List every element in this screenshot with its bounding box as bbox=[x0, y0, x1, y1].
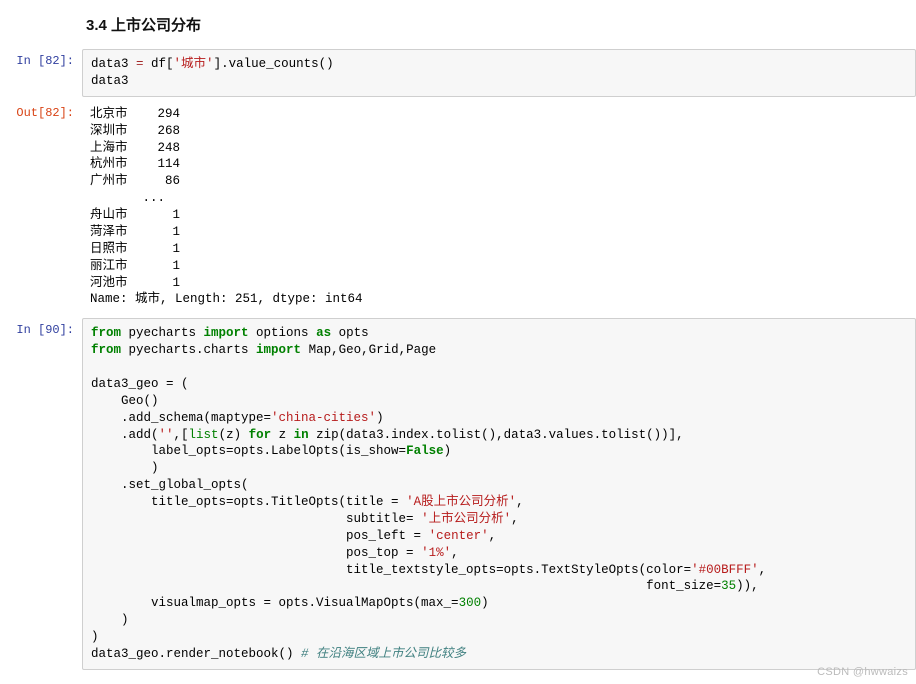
code-input-90[interactable]: from pyecharts import options as opts fr… bbox=[82, 318, 916, 670]
in-prompt-90: In [90]: bbox=[0, 318, 82, 670]
output-row: 菏泽市 1 bbox=[90, 225, 180, 239]
output-row: 舟山市 1 bbox=[90, 208, 180, 222]
output-row: 北京市 294 bbox=[90, 107, 180, 121]
code-cell-90[interactable]: In [90]: from pyecharts import options a… bbox=[0, 318, 916, 670]
output-row: ... bbox=[90, 191, 165, 205]
output-row: 日照市 1 bbox=[90, 242, 180, 256]
output-row: 杭州市 114 bbox=[90, 157, 180, 171]
code-cell-82[interactable]: In [82]: data3 = df['城市'].value_counts()… bbox=[0, 49, 916, 97]
jupyter-notebook: 3.4 上市公司分布 In [82]: data3 = df['城市'].val… bbox=[0, 0, 916, 684]
output-row: 深圳市 268 bbox=[90, 124, 180, 138]
output-row: 丽江市 1 bbox=[90, 259, 180, 273]
section-heading: 3.4 上市公司分布 bbox=[86, 14, 916, 35]
output-row: 河池市 1 bbox=[90, 276, 180, 290]
in-prompt-82: In [82]: bbox=[0, 49, 82, 97]
out-prompt-82: Out[82]: bbox=[0, 101, 82, 315]
output-footer: Name: 城市, Length: 251, dtype: int64 bbox=[90, 292, 363, 306]
value-counts-output: 北京市 294 深圳市 268 上海市 248 杭州市 114 广州市 86 .… bbox=[82, 101, 916, 315]
code-input-82[interactable]: data3 = df['城市'].value_counts() data3 bbox=[82, 49, 916, 97]
output-row: 上海市 248 bbox=[90, 141, 180, 155]
output-row: 广州市 86 bbox=[90, 174, 180, 188]
output-cell-82: Out[82]: 北京市 294 深圳市 268 上海市 248 杭州市 114… bbox=[0, 101, 916, 315]
